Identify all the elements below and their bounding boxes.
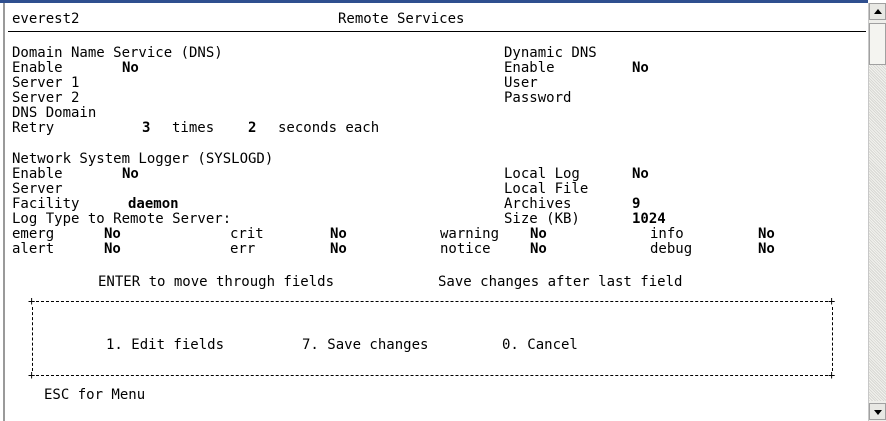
syslog-enable-field[interactable]: No xyxy=(122,166,139,183)
scrollbar-track[interactable] xyxy=(869,23,886,401)
menu-box-right xyxy=(832,307,833,371)
header-divider xyxy=(8,31,866,32)
save-hint: Save changes after last field xyxy=(438,274,683,290)
enter-hint: ENTER to move through fields xyxy=(98,274,335,290)
vertical-scrollbar[interactable] xyxy=(868,3,886,421)
level-notice-field[interactable]: No xyxy=(530,241,547,258)
dns-times-label: times xyxy=(172,120,215,136)
ddns-enable-field[interactable]: No xyxy=(632,60,649,77)
menu-box-bottom xyxy=(36,375,828,376)
menu-box-corner: + xyxy=(28,294,36,308)
menu-box-top xyxy=(36,301,828,302)
dns-seconds-label: seconds each xyxy=(278,120,380,136)
esc-menu-hint: ESC for Menu xyxy=(44,387,146,403)
menu-box-left xyxy=(32,307,33,371)
scroll-up-button[interactable] xyxy=(869,3,886,20)
arrow-down-icon xyxy=(874,410,882,415)
dns-enable-field[interactable]: No xyxy=(122,60,139,77)
arrow-up-icon xyxy=(874,9,882,14)
menu-box-corner: + xyxy=(28,368,36,382)
menu-save-changes[interactable]: 7. Save changes xyxy=(302,337,428,354)
menu-box-corner: + xyxy=(828,368,836,382)
level-debug-label: debug xyxy=(650,241,693,257)
screen-title: Remote Services xyxy=(338,11,465,27)
window-left-border xyxy=(3,3,5,421)
level-err-field[interactable]: No xyxy=(330,241,347,258)
scroll-down-button[interactable] xyxy=(869,403,886,420)
level-notice-label: notice xyxy=(440,241,491,257)
host-name: everest2 xyxy=(12,11,80,27)
dns-retry-label: Retry xyxy=(12,120,55,136)
scrollbar-thumb[interactable] xyxy=(869,23,886,65)
ddns-password-label: Password xyxy=(504,90,572,106)
level-debug-field[interactable]: No xyxy=(758,241,775,258)
level-alert-field[interactable]: No xyxy=(104,241,121,258)
menu-edit-fields[interactable]: 1. Edit fields xyxy=(106,337,224,354)
dns-retry-seconds-field[interactable]: 2 xyxy=(248,120,256,137)
level-alert-label: alert xyxy=(12,241,55,257)
dns-retry-count-field[interactable]: 3 xyxy=(142,120,150,137)
local-log-field[interactable]: No xyxy=(632,166,649,183)
level-err-label: err xyxy=(230,241,256,257)
menu-box-corner: + xyxy=(828,294,836,308)
menu-cancel[interactable]: 0. Cancel xyxy=(502,337,578,354)
